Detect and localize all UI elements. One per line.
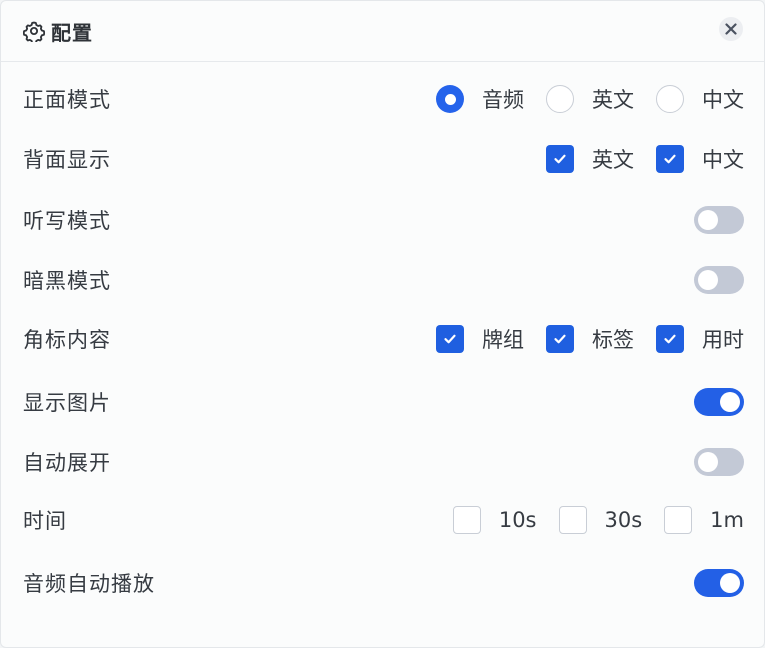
auto-expand-label: 自动展开	[23, 451, 111, 475]
back-display-option-chinese[interactable]: 中文	[656, 144, 744, 174]
checkmark-icon	[444, 334, 456, 344]
row-audio-autoplay: 音频自动播放	[1, 563, 765, 603]
close-icon	[725, 23, 737, 35]
time-checkbox-group: 10s 30s 1m	[452, 500, 744, 540]
radio-chinese[interactable]	[656, 85, 684, 113]
front-mode-option-english[interactable]: 英文	[546, 84, 634, 114]
back-display-option-english[interactable]: 英文	[546, 144, 634, 174]
dialog-title: 配置	[51, 20, 93, 45]
front-mode-option-chinese[interactable]: 中文	[656, 84, 744, 114]
time-option-30s[interactable]: 30s	[558, 506, 643, 534]
dictation-mode-toggle[interactable]	[694, 206, 744, 234]
config-dialog: 配置 正面模式 音频 英文 中文 背面显示 英文 中文 听写模式 暗黑模式 角标…	[0, 0, 765, 648]
dark-mode-control	[694, 260, 744, 300]
audio-autoplay-control	[694, 563, 744, 603]
option-label: 1m	[710, 508, 744, 532]
badge-option-tag[interactable]: 标签	[546, 324, 634, 354]
option-label: 音频	[482, 88, 524, 112]
time-option-1m[interactable]: 1m	[664, 506, 744, 534]
option-label: 英文	[592, 148, 634, 172]
row-show-images: 显示图片	[1, 382, 765, 422]
checkbox-chinese[interactable]	[656, 145, 684, 173]
row-dark-mode: 暗黑模式	[1, 260, 765, 300]
front-mode-label: 正面模式	[23, 88, 111, 112]
badge-content-checkbox-group: 牌组 标签 用时	[436, 319, 744, 359]
checkbox-30s[interactable]	[558, 506, 587, 534]
show-images-toggle[interactable]	[694, 388, 744, 416]
radio-english[interactable]	[546, 85, 574, 113]
time-option-10s[interactable]: 10s	[452, 506, 537, 534]
option-label: 用时	[702, 328, 744, 352]
badge-option-time-used[interactable]: 用时	[656, 324, 744, 354]
checkbox-1m[interactable]	[664, 506, 693, 534]
audio-autoplay-toggle[interactable]	[694, 569, 744, 597]
badge-content-label: 角标内容	[23, 328, 111, 352]
option-label: 30s	[604, 508, 643, 532]
row-auto-expand: 自动展开	[1, 442, 765, 482]
close-button[interactable]	[719, 17, 743, 41]
checkmark-icon	[664, 334, 676, 344]
checkbox-tag[interactable]	[546, 325, 574, 353]
row-front-mode: 正面模式 音频 英文 中文	[1, 79, 765, 119]
front-mode-radio-group: 音频 英文 中文	[436, 79, 744, 119]
option-label: 英文	[592, 88, 634, 112]
dictation-mode-control	[694, 200, 744, 240]
option-label: 中文	[702, 88, 744, 112]
front-mode-option-audio[interactable]: 音频	[436, 84, 524, 114]
checkmark-icon	[664, 154, 676, 164]
radio-audio[interactable]	[436, 85, 464, 113]
gear-icon	[23, 20, 45, 42]
checkbox-time-used[interactable]	[656, 325, 684, 353]
badge-option-deck[interactable]: 牌组	[436, 324, 524, 354]
show-images-label: 显示图片	[23, 391, 111, 415]
back-display-label: 背面显示	[23, 148, 111, 172]
audio-autoplay-label: 音频自动播放	[23, 572, 155, 596]
option-label: 10s	[498, 508, 537, 532]
time-label: 时间	[23, 509, 67, 533]
row-dictation-mode: 听写模式	[1, 200, 765, 240]
row-badge-content: 角标内容 牌组 标签 用时	[1, 319, 765, 359]
dialog-header: 配置	[1, 1, 764, 62]
checkbox-10s[interactable]	[452, 506, 481, 534]
auto-expand-toggle[interactable]	[694, 448, 744, 476]
dark-mode-toggle[interactable]	[694, 266, 744, 294]
row-back-display: 背面显示 英文 中文	[1, 139, 765, 179]
checkbox-deck[interactable]	[436, 325, 464, 353]
option-label: 中文	[702, 148, 744, 172]
row-time: 时间 10s 30s 1m	[1, 500, 765, 540]
back-display-checkbox-group: 英文 中文	[546, 139, 744, 179]
checkmark-icon	[554, 334, 566, 344]
show-images-control	[694, 382, 744, 422]
checkmark-icon	[554, 154, 566, 164]
dictation-mode-label: 听写模式	[23, 209, 111, 233]
dark-mode-label: 暗黑模式	[23, 269, 111, 293]
option-label: 标签	[592, 328, 634, 352]
auto-expand-control	[694, 442, 744, 482]
option-label: 牌组	[482, 328, 524, 352]
checkbox-english[interactable]	[546, 145, 574, 173]
